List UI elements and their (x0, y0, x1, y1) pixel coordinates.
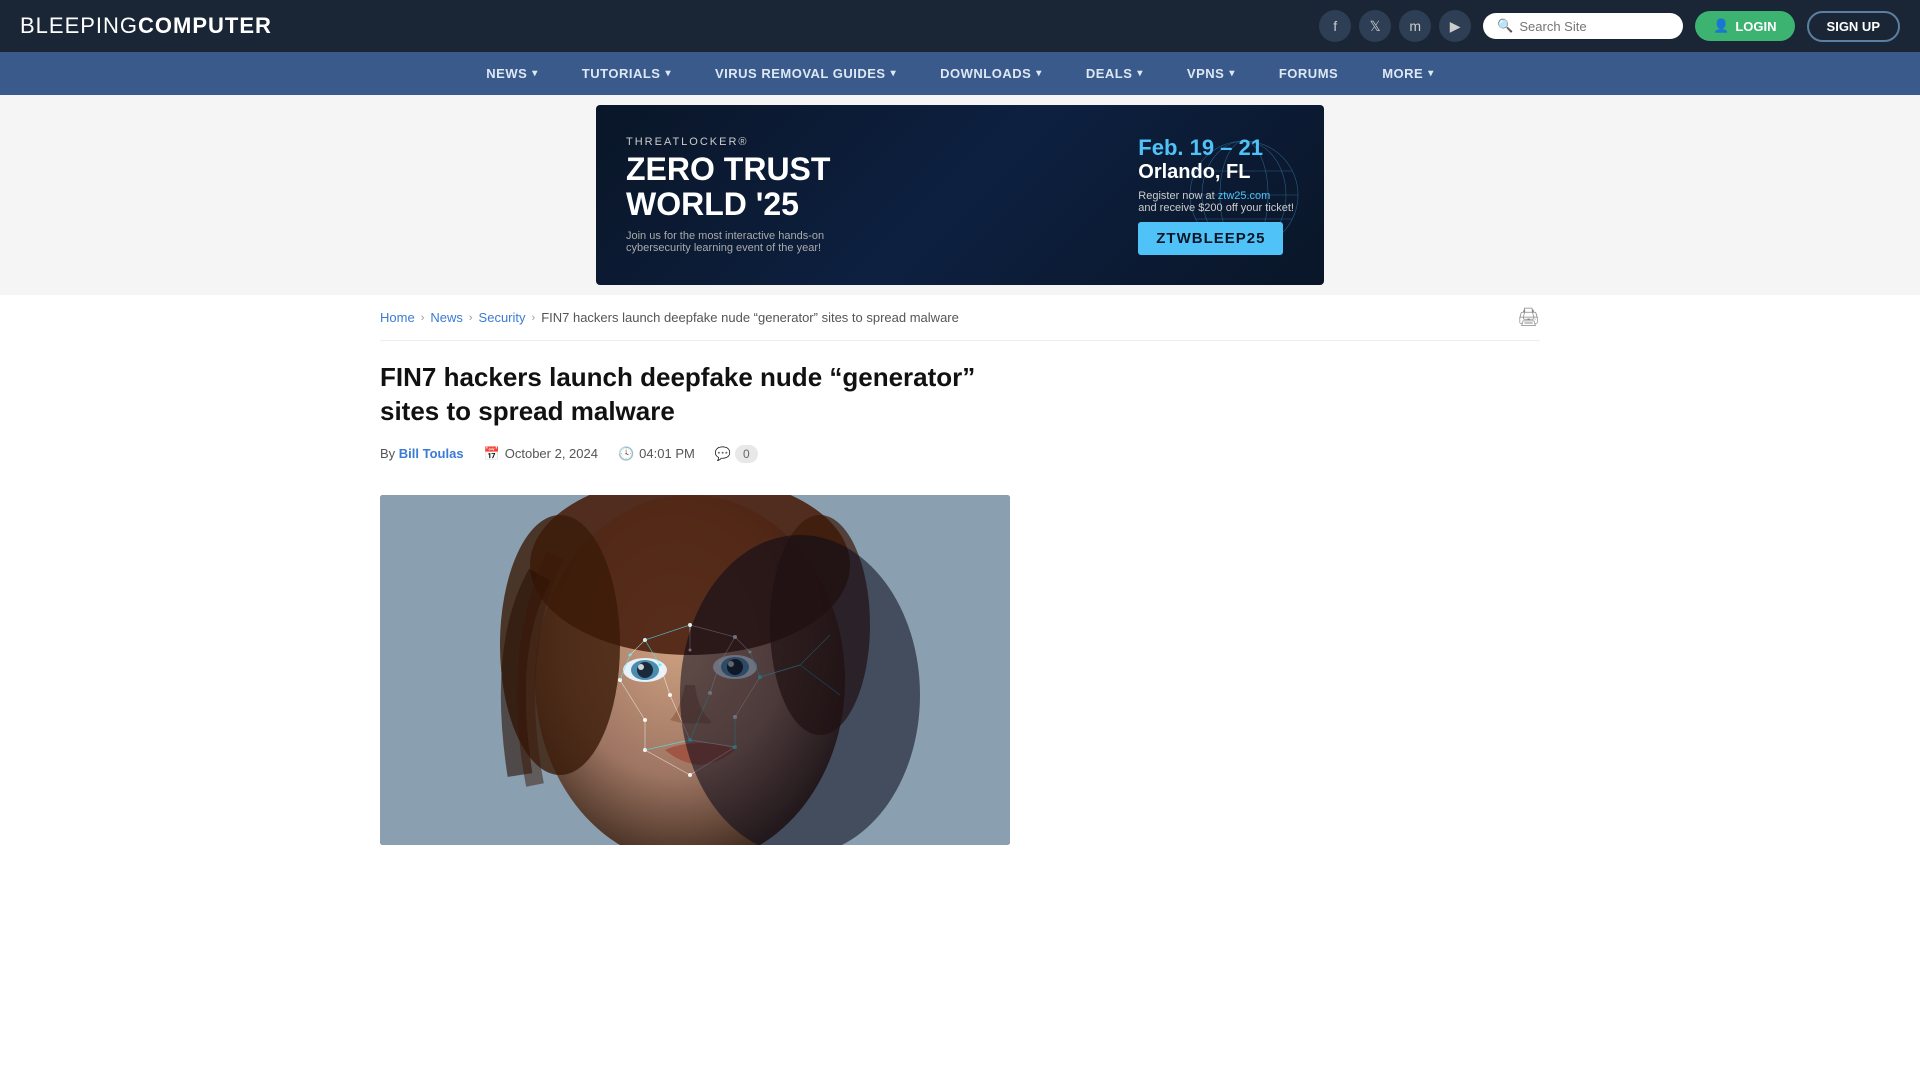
main-column: FIN7 hackers launch deepfake nude “gener… (380, 341, 1020, 845)
ad-right-section: Feb. 19 – 21 Orlando, FL Register now at… (1108, 135, 1294, 255)
chevron-down-icon: ▾ (1428, 68, 1434, 79)
header-right: f 𝕏 m ▶ 🔍 👤 LOGIN SIGN UP (1319, 10, 1900, 42)
ad-title-line1: ZERO TRUST (626, 152, 1108, 187)
nav-item-news[interactable]: NEWS ▾ (464, 52, 560, 95)
breadcrumb-sep-2: › (469, 312, 473, 324)
user-icon: 👤 (1713, 18, 1729, 34)
search-bar: 🔍 (1483, 13, 1683, 39)
comment-icon: 💬 (715, 446, 731, 462)
content-wrapper: Home › News › Security › FIN7 hackers la… (360, 295, 1560, 845)
sidebar-column (1050, 341, 1540, 845)
chevron-down-icon: ▾ (1137, 68, 1143, 79)
nav-item-deals[interactable]: DEALS ▾ (1064, 52, 1165, 95)
nav-item-forums[interactable]: FORUMS (1257, 52, 1360, 95)
nav-item-vpns[interactable]: VPNS ▾ (1165, 52, 1257, 95)
ad-banner[interactable]: THREATLOCKER® ZERO TRUST WORLD '25 Join … (0, 95, 1920, 295)
logo-text-light: BLEEPING (20, 13, 138, 38)
site-logo[interactable]: BLEEPINGCOMPUTER (20, 13, 272, 39)
breadcrumb: Home › News › Security › FIN7 hackers la… (380, 295, 1540, 341)
ad-title-line2: WORLD '25 (626, 187, 1108, 222)
article-title: FIN7 hackers launch deepfake nude “gener… (380, 361, 1020, 429)
chevron-down-icon: ▾ (1036, 68, 1042, 79)
time-meta: 🕓 04:01 PM (618, 446, 695, 462)
comment-meta[interactable]: 💬 0 (715, 445, 758, 463)
calendar-icon: 📅 (484, 446, 500, 462)
breadcrumb-current: FIN7 hackers launch deepfake nude “gener… (541, 310, 959, 325)
nav-label-news: NEWS (486, 66, 527, 81)
social-icons: f 𝕏 m ▶ (1319, 10, 1471, 42)
article-hero-image (380, 495, 1010, 845)
signup-label: SIGN UP (1827, 19, 1880, 34)
author-link[interactable]: Bill Toulas (399, 446, 464, 461)
author-by: By Bill Toulas (380, 446, 464, 461)
login-label: LOGIN (1735, 19, 1776, 34)
nav-item-virus-removal[interactable]: VIRUS REMOVAL GUIDES ▾ (693, 52, 918, 95)
facebook-icon[interactable]: f (1319, 10, 1351, 42)
nav-item-more[interactable]: MORE ▾ (1360, 52, 1456, 95)
main-nav: NEWS ▾ TUTORIALS ▾ VIRUS REMOVAL GUIDES … (0, 52, 1920, 95)
ad-location: Orlando, FL (1138, 161, 1294, 184)
breadcrumb-sep-3: › (532, 312, 536, 324)
search-input[interactable] (1519, 19, 1669, 34)
nav-item-tutorials[interactable]: TUTORIALS ▾ (560, 52, 693, 95)
mastodon-icon[interactable]: m (1399, 10, 1431, 42)
chevron-down-icon: ▾ (1229, 68, 1235, 79)
ad-url-link[interactable]: ztw25.com (1218, 190, 1271, 202)
article-layout: FIN7 hackers launch deepfake nude “gener… (380, 341, 1540, 845)
nav-item-downloads[interactable]: DOWNLOADS ▾ (918, 52, 1064, 95)
ad-subtitle: Join us for the most interactive hands-o… (626, 230, 1108, 254)
breadcrumb-security[interactable]: Security (479, 310, 526, 325)
print-icon[interactable]: 🖨 (1517, 307, 1540, 328)
clock-icon: 🕓 (618, 446, 634, 462)
search-icon: 🔍 (1497, 18, 1513, 34)
login-button[interactable]: 👤 LOGIN (1695, 11, 1794, 41)
nav-label-tutorials: TUTORIALS (582, 66, 661, 81)
ad-register: Register now at ztw25.com and receive $2… (1138, 190, 1294, 214)
logo-text-bold: COMPUTER (138, 13, 272, 38)
ad-promo-code: ZTWBLEEP25 (1138, 222, 1283, 255)
site-header: BLEEPINGCOMPUTER f 𝕏 m ▶ 🔍 👤 LOGIN SIGN … (0, 0, 1920, 52)
date-meta: 📅 October 2, 2024 (484, 446, 598, 462)
ad-content[interactable]: THREATLOCKER® ZERO TRUST WORLD '25 Join … (596, 105, 1324, 285)
article-meta: By Bill Toulas 📅 October 2, 2024 🕓 04:01… (380, 445, 1020, 475)
nav-label-vpns: VPNS (1187, 66, 1224, 81)
twitter-icon[interactable]: 𝕏 (1359, 10, 1391, 42)
comment-count: 0 (735, 445, 758, 463)
nav-label-downloads: DOWNLOADS (940, 66, 1031, 81)
breadcrumb-home[interactable]: Home (380, 310, 415, 325)
chevron-down-icon: ▾ (532, 68, 538, 79)
article-time: 04:01 PM (639, 446, 695, 461)
nav-label-more: MORE (1382, 66, 1423, 81)
ad-date: Feb. 19 – 21 (1138, 135, 1294, 161)
ad-brand: THREATLOCKER® (626, 136, 1108, 148)
nav-label-deals: DEALS (1086, 66, 1133, 81)
article-hero-svg (380, 495, 1010, 845)
ad-left-section: THREATLOCKER® ZERO TRUST WORLD '25 Join … (626, 136, 1108, 254)
nav-label-virus: VIRUS REMOVAL GUIDES (715, 66, 886, 81)
youtube-icon[interactable]: ▶ (1439, 10, 1471, 42)
breadcrumb-sep-1: › (421, 312, 425, 324)
breadcrumb-left: Home › News › Security › FIN7 hackers la… (380, 310, 959, 325)
article-date: October 2, 2024 (505, 446, 598, 461)
signup-button[interactable]: SIGN UP (1807, 11, 1900, 42)
nav-label-forums: FORUMS (1279, 66, 1338, 81)
chevron-down-icon: ▾ (665, 68, 671, 79)
ad-title: ZERO TRUST WORLD '25 (626, 152, 1108, 222)
chevron-down-icon: ▾ (891, 68, 897, 79)
breadcrumb-news[interactable]: News (430, 310, 463, 325)
